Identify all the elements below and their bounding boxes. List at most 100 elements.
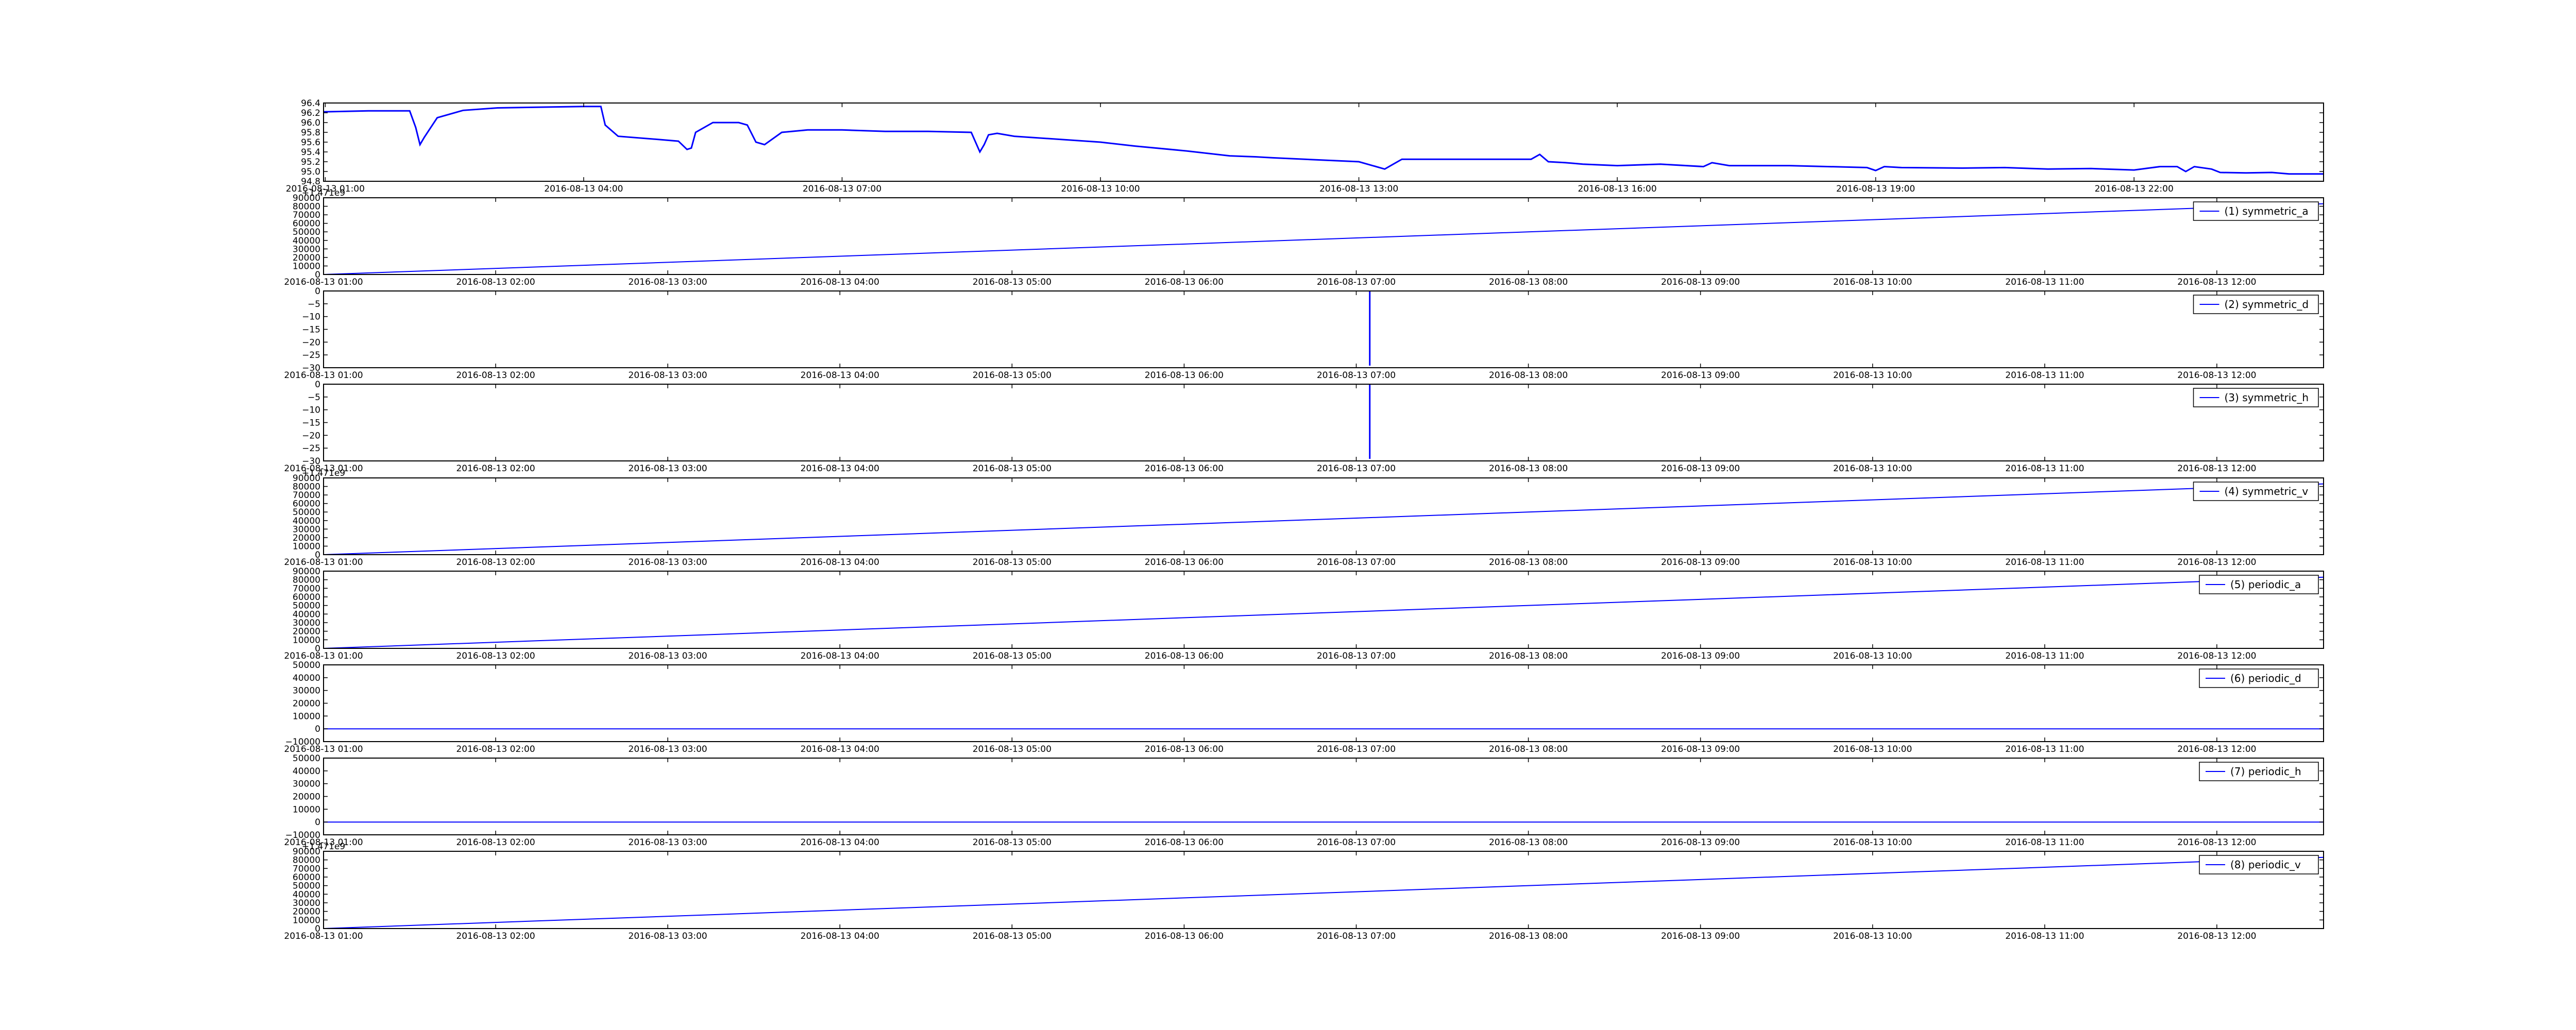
x-tick-label: 2016-08-13 03:00 — [629, 277, 707, 287]
x-tick-label: 2016-08-13 08:00 — [1489, 744, 1568, 754]
x-tick-label: 2016-08-13 06:00 — [1145, 837, 1224, 848]
x-tick-label: 2016-08-13 08:00 — [1489, 651, 1568, 661]
chart-panel-7: −10000010000200003000040000500002016-08-… — [284, 660, 2324, 754]
x-tick-label: 2016-08-13 09:00 — [1661, 464, 1740, 474]
x-tick-label: 2016-08-13 01:00 — [284, 277, 363, 287]
x-tick-label: 2016-08-13 04:00 — [801, 370, 879, 381]
legend: (3) symmetric_h — [2193, 388, 2319, 407]
x-tick-label: 2016-08-13 06:00 — [1145, 277, 1224, 287]
x-tick-label: 2016-08-13 12:00 — [2177, 651, 2256, 661]
x-tick-label: 2016-08-13 10:00 — [1833, 464, 1912, 474]
x-tick-label: 2016-08-13 03:00 — [629, 837, 707, 848]
x-tick-label: 2016-08-13 10:00 — [1833, 651, 1912, 661]
x-tick-label: 2016-08-13 01:00 — [284, 370, 363, 381]
x-tick-label: 2016-08-13 12:00 — [2177, 557, 2256, 568]
x-tick-label: 2016-08-13 09:00 — [1661, 370, 1740, 381]
series-line-1-1 — [324, 106, 2324, 175]
x-tick-label: 2016-08-13 02:00 — [456, 744, 535, 754]
x-tick-label: 2016-08-13 11:00 — [2005, 277, 2084, 287]
x-tick-label: 2016-08-13 02:00 — [456, 277, 535, 287]
x-tick-label: 2016-08-13 05:00 — [973, 651, 1052, 661]
x-tick-label: 2016-08-13 09:00 — [1661, 277, 1740, 287]
x-tick-label: 2016-08-13 08:00 — [1489, 370, 1568, 381]
chart-panel-4: 0−5−10−15−20−25−302016-08-13 01:00 2016-0… — [284, 380, 2324, 474]
y-tick-label: 10000 — [293, 804, 320, 815]
y-tick-label: −25 — [302, 443, 320, 454]
x-tick-label: 2016-08-13 08:00 — [1489, 464, 1568, 474]
x-tick-label: 2016-08-13 06:00 — [1145, 464, 1224, 474]
x-tick-label: 2016-08-13 07:00 — [1317, 277, 1396, 287]
y-tick-label: 95.0 — [301, 167, 320, 177]
x-tick-label: 2016-08-13 09:00 — [1661, 557, 1740, 568]
legend: (1) symmetric_a — [2193, 201, 2319, 221]
x-tick-label: 2016-08-13 01:00 — [284, 744, 363, 754]
x-tick-label: 2016-08-13 10:00 — [1061, 184, 1140, 194]
series-line-6-1 — [324, 576, 2324, 648]
x-tick-label: 2016-08-13 03:00 — [629, 931, 707, 941]
y-tick-label: −20 — [302, 431, 320, 441]
axis-offset-text: +1.471e9 — [302, 842, 345, 852]
x-tick-label: 2016-08-13 07:00 — [1317, 931, 1396, 941]
plot-frame — [323, 758, 2324, 835]
legend: (7) periodic_h — [2199, 762, 2319, 781]
y-tick-label: 95.4 — [301, 147, 320, 158]
x-tick-label: 2016-08-13 04:00 — [801, 464, 879, 474]
series-line-3-1 — [324, 291, 2324, 366]
legend-label: (6) periodic_d — [2230, 672, 2301, 684]
x-tick-label: 2016-08-13 02:00 — [456, 651, 535, 661]
y-tick-label: 40000 — [293, 673, 320, 683]
chart-panel-3: 0−5−10−15−20−25−302016-08-13 01:00 2016-0… — [284, 286, 2324, 381]
x-tick-label: 2016-08-13 08:00 — [1489, 277, 1568, 287]
x-tick-label: 2016-08-13 07:00 — [803, 184, 882, 194]
x-tick-label: 2016-08-13 05:00 — [973, 557, 1052, 568]
axis-offset-text: +1.471e9 — [302, 468, 345, 478]
x-tick-label: 2016-08-13 12:00 — [2177, 744, 2256, 754]
x-tick-label: 2016-08-13 07:00 — [1317, 370, 1396, 381]
x-tick-label: 2016-08-13 03:00 — [629, 744, 707, 754]
x-tick-label: 2016-08-13 11:00 — [2005, 931, 2084, 941]
x-tick-label: 2016-08-13 07:00 — [1317, 464, 1396, 474]
y-tick-label: 10000 — [293, 711, 320, 722]
x-tick-label: 2016-08-13 03:00 — [629, 464, 707, 474]
y-tick-label: 96.4 — [301, 98, 320, 109]
x-tick-label: 2016-08-13 05:00 — [973, 837, 1052, 848]
x-tick-label: 2016-08-13 11:00 — [2005, 744, 2084, 754]
y-tick-label: 40000 — [293, 766, 320, 777]
plot-frame — [323, 197, 2324, 275]
x-tick-label: 2016-08-13 05:00 — [973, 464, 1052, 474]
y-tick-label: 20000 — [293, 699, 320, 709]
x-tick-label: 2016-08-13 09:00 — [1661, 651, 1740, 661]
y-tick-label: −15 — [302, 325, 320, 335]
x-tick-label: 2016-08-13 19:00 — [1836, 184, 1915, 194]
legend-label: (1) symmetric_a — [2225, 205, 2309, 217]
x-tick-label: 2016-08-13 02:00 — [456, 837, 535, 848]
x-tick-label: 2016-08-13 04:00 — [801, 651, 879, 661]
x-tick-label: 2016-08-13 10:00 — [1833, 931, 1912, 941]
x-tick-label: 2016-08-13 04:00 — [801, 744, 879, 754]
x-tick-label: 2016-08-13 04:00 — [801, 277, 879, 287]
y-tick-label: −10 — [302, 405, 320, 416]
legend: (5) periodic_a — [2199, 575, 2319, 594]
x-tick-label: 2016-08-13 01:00 — [284, 651, 363, 661]
x-tick-label: 2016-08-13 06:00 — [1145, 931, 1224, 941]
x-tick-label: 2016-08-13 03:00 — [629, 370, 707, 381]
legend: (8) periodic_v — [2199, 855, 2319, 874]
legend-label: (7) periodic_h — [2230, 765, 2301, 778]
x-tick-label: 2016-08-13 11:00 — [2005, 370, 2084, 381]
series-line-2-1 — [324, 203, 2324, 274]
chart-panel-2: 0100002000030000400005000060000700008000… — [284, 188, 2324, 287]
x-tick-label: 2016-08-13 10:00 — [1833, 277, 1912, 287]
x-tick-label: 2016-08-13 13:00 — [1319, 184, 1398, 194]
x-tick-label: 2016-08-13 11:00 — [2005, 837, 2084, 848]
y-tick-label: −5 — [308, 299, 320, 310]
x-tick-label: 2016-08-13 12:00 — [2177, 464, 2256, 474]
y-tick-label: 95.8 — [301, 128, 320, 138]
x-tick-label: 2016-08-13 08:00 — [1489, 931, 1568, 941]
x-tick-label: 2016-08-13 06:00 — [1145, 651, 1224, 661]
x-tick-label: 2016-08-13 11:00 — [2005, 651, 2084, 661]
y-tick-label: 0 — [315, 724, 320, 734]
legend: (2) symmetric_d — [2193, 295, 2319, 314]
y-tick-label: 90000 — [293, 566, 320, 577]
x-tick-label: 2016-08-13 04:00 — [801, 837, 879, 848]
x-tick-label: 2016-08-13 05:00 — [973, 744, 1052, 754]
